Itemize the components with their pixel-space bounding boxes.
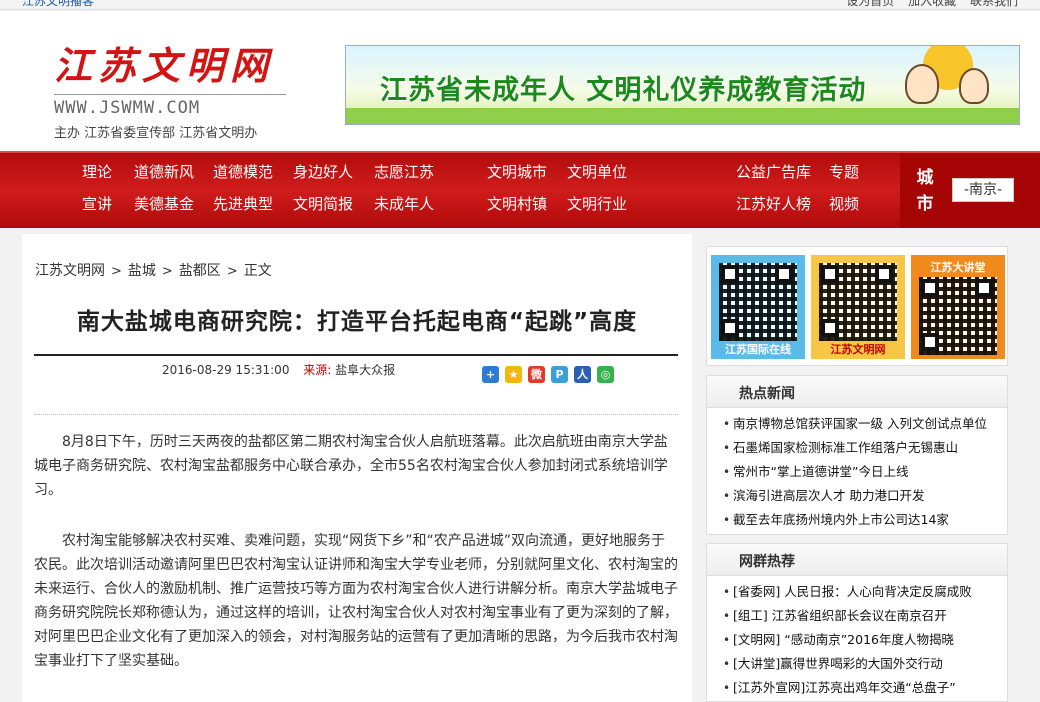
logo-url: WWW.JSWMW.COM xyxy=(54,94,286,118)
breadcrumb-current: 正文 xyxy=(243,263,272,279)
hot-news-panel: 热点新闻 南京博物总馆获评国家一级 入列文创试点单位 石墨烯国家检测标准工作组落… xyxy=(706,375,1008,535)
nav-item[interactable]: 文明简报 xyxy=(293,193,353,214)
nav-item[interactable]: 公益广告库 xyxy=(736,161,811,182)
top-strip: 江苏文明播客 设为首页 加入收藏 联系我们 xyxy=(0,0,1040,10)
banner-text: 江苏省未成年人 文明礼仪养成教育活动 xyxy=(380,75,867,106)
web-group-list: [省委网] 人民日报：人心向背决定反腐成败 [组工] 江苏省组织部长会议在南京召… xyxy=(707,576,1007,700)
qr-finder-icon xyxy=(721,265,739,283)
grass-decoration xyxy=(346,108,1019,124)
article-container: 江苏文明网 > 盐城 > 盐都区 > 正文 南大盐城电商研究院：打造平台托起电商“起跳”高度… xyxy=(22,234,692,702)
qzone-icon[interactable]: ★ xyxy=(505,366,522,383)
nav-item[interactable]: 理论 xyxy=(82,161,112,182)
news-item[interactable]: 滨海引进高层次人才 助力港口开发 xyxy=(723,484,1007,508)
campaign-banner[interactable]: 江苏省未成年人 文明礼仪养成教育活动 xyxy=(345,45,1020,125)
nav-item[interactable]: 未成年人 xyxy=(374,193,434,214)
recommend-item[interactable]: [组工] 江苏省组织部长会议在南京召开 xyxy=(723,604,1007,628)
breadcrumb-link[interactable]: 盐城 xyxy=(128,263,156,279)
article-paragraph: 8月8日下午，历时三天两夜的盐都区第二期农村淘宝合伙人启航班落幕。此次启航班由南… xyxy=(34,434,668,498)
child-illustration-icon xyxy=(959,68,989,104)
breadcrumb-separator-icon: > xyxy=(161,264,173,279)
recommend-item[interactable]: [文明网] “感动南京”2016年度人物揭晓 xyxy=(723,628,1007,652)
nav-item[interactable]: 文明村镇 xyxy=(487,193,547,214)
child-illustration-icon xyxy=(905,64,939,104)
set-homepage-link[interactable]: 设为首页 xyxy=(846,0,894,8)
article-meta: 2016-08-29 15:31:00 来源: 盐阜大众报 xyxy=(162,361,395,378)
news-item[interactable]: 截至去年底扬州境内外上市公司达14家 xyxy=(723,508,1007,532)
article-paragraph: 农村淘宝能够解决农村买难、卖难问题，实现“网货下乡”和“农产品进城”双向流通，更… xyxy=(34,533,678,669)
web-group-header: 网群热荐 xyxy=(707,544,1007,576)
nav-item[interactable]: 道德新风 xyxy=(134,161,194,182)
source-label: 来源: xyxy=(303,363,332,377)
nav-item[interactable]: 江苏好人榜 xyxy=(736,193,811,214)
share-bar: + ★ 微 P 人 ◎ xyxy=(482,366,614,383)
news-item[interactable]: 石墨烯国家检测标准工作组落户无锡惠山 xyxy=(723,436,1007,460)
nav-item[interactable]: 志愿江苏 xyxy=(374,161,434,182)
qr-finder-icon xyxy=(921,279,939,297)
nav-item[interactable]: 专题 xyxy=(829,161,859,182)
city-select[interactable]: -南京- xyxy=(952,178,1014,202)
nav-item[interactable]: 身边好人 xyxy=(293,161,353,182)
nav-item[interactable]: 宣讲 xyxy=(82,193,112,214)
qr-caption: 江苏文明网 xyxy=(830,343,886,356)
news-item[interactable]: 常州市“掌上道德讲堂”今日上线 xyxy=(723,460,1007,484)
breadcrumb-separator-icon: > xyxy=(226,264,238,279)
breadcrumb-link[interactable]: 盐都区 xyxy=(179,263,221,279)
qr-code[interactable]: 江苏大讲堂 xyxy=(911,255,1005,359)
weibo-icon[interactable]: 微 xyxy=(528,366,545,383)
hot-news-list: 南京博物总馆获评国家一级 入列文创试点单位 石墨烯国家检测标准工作组落户无锡惠山… xyxy=(707,408,1007,532)
recommend-item[interactable]: [江苏外宣网]江苏亮出鸡年交通“总盘子” xyxy=(723,676,1007,700)
breadcrumb: 江苏文明网 > 盐城 > 盐都区 > 正文 xyxy=(35,260,272,280)
breadcrumb-separator-icon: > xyxy=(111,264,122,279)
nav-item[interactable]: 视频 xyxy=(829,193,859,214)
qr-code-panel: 江苏国际在线 江苏文明网 江苏大讲堂 xyxy=(706,246,1008,366)
top-links: 设为首页 加入收藏 联系我们 xyxy=(836,0,1018,9)
hot-news-heading: 热点新闻 xyxy=(739,386,795,402)
nav-item[interactable]: 文明城市 xyxy=(487,161,547,182)
site-logo[interactable]: 江苏文明网 WWW.JSWMW.COM 主办 江苏省委宣传部 江苏省文明办 xyxy=(54,35,304,147)
add-favorite-link[interactable]: 加入收藏 xyxy=(908,0,956,8)
qr-code[interactable]: 江苏国际在线 xyxy=(711,255,805,359)
qr-finder-icon xyxy=(875,265,893,283)
nav-item[interactable]: 文明单位 xyxy=(567,161,627,182)
podcast-link[interactable]: 江苏文明播客 xyxy=(22,0,94,9)
recommend-item[interactable]: [大讲堂]赢得世界喝彩的大国外交行动 xyxy=(723,652,1007,676)
qr-finder-icon xyxy=(921,333,939,351)
qr-finder-icon xyxy=(975,279,993,297)
qr-caption: 江苏国际在线 xyxy=(725,343,791,356)
logo-title: 江苏文明网 xyxy=(54,43,275,88)
source-name: 盐阜大众报 xyxy=(335,363,396,377)
meta-divider xyxy=(34,414,678,415)
site-header: 江苏文明网 WWW.JSWMW.COM 主办 江苏省委宣传部 江苏省文明办 江苏… xyxy=(0,11,1040,151)
tencent-weibo-icon[interactable]: P xyxy=(551,366,568,383)
sponsor-text: 主办 江苏省委宣传部 江苏省文明办 xyxy=(54,126,258,141)
news-item[interactable]: 南京博物总馆获评国家一级 入列文创试点单位 xyxy=(723,412,1007,436)
publish-datetime: 2016-08-29 15:31:00 xyxy=(162,363,290,377)
recommend-item[interactable]: [省委网] 人民日报：人心向背决定反腐成败 xyxy=(723,580,1007,604)
hot-news-header: 热点新闻 xyxy=(707,376,1007,408)
qr-finder-icon xyxy=(721,319,739,337)
nav-item[interactable]: 先进典型 xyxy=(213,193,273,214)
wechat-icon[interactable]: ◎ xyxy=(597,366,614,383)
contact-link[interactable]: 联系我们 xyxy=(970,0,1018,8)
nav-item[interactable]: 文明行业 xyxy=(567,193,627,214)
web-group-panel: 网群热荐 [省委网] 人民日报：人心向背决定反腐成败 [组工] 江苏省组织部长会… xyxy=(706,543,1008,702)
plus-icon[interactable]: + xyxy=(482,366,499,383)
nav-item[interactable]: 道德模范 xyxy=(213,161,273,182)
qr-finder-icon xyxy=(775,265,793,283)
title-divider xyxy=(34,354,678,356)
qr-caption: 江苏大讲堂 xyxy=(930,261,986,274)
qr-code[interactable]: 江苏文明网 xyxy=(811,255,905,359)
qr-finder-icon xyxy=(821,265,839,283)
web-group-heading: 网群热荐 xyxy=(739,554,795,570)
article-title: 南大盐城电商研究院：打造平台托起电商“起跳”高度 xyxy=(76,309,638,335)
nav-item[interactable]: 美德基金 xyxy=(134,193,194,214)
city-label: 城市 xyxy=(916,168,934,214)
renren-icon[interactable]: 人 xyxy=(574,366,591,383)
main-nav: 理论 道德新风 道德模范 身边好人 志愿江苏 文明城市 文明单位 公益广告库 专… xyxy=(0,151,1040,228)
breadcrumb-link[interactable]: 江苏文明网 xyxy=(35,263,105,279)
qr-finder-icon xyxy=(821,319,839,337)
